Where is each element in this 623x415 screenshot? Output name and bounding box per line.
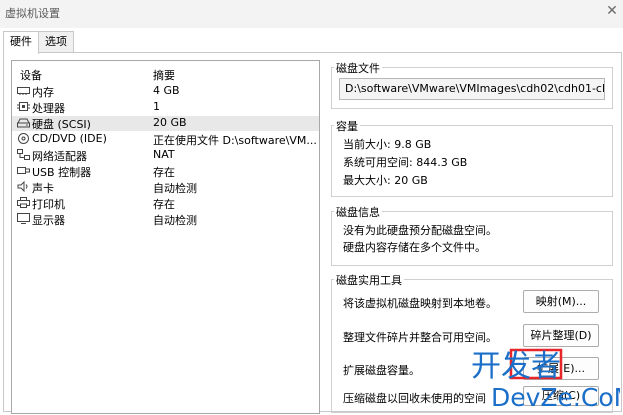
map-description: 将该虚拟机磁盘映射到本地卷。 xyxy=(343,297,497,310)
summary-column-header[interactable]: 摘要 xyxy=(153,67,175,83)
device-row-processor[interactable]: 处理器 1 xyxy=(12,100,319,115)
capacity-label: 容量 xyxy=(334,118,360,134)
max-size-text: 最大大小: 20 GB xyxy=(343,174,428,187)
device-name: 内存 xyxy=(32,86,54,99)
device-name: 处理器 xyxy=(32,102,65,115)
device-name: 硬盘 (SCSI) xyxy=(32,118,91,131)
device-row-usb[interactable]: USB 控制器 存在 xyxy=(12,164,319,179)
disk-file-path-field[interactable]: D:\software\VMware\VMImages\cdh02\cdh01-… xyxy=(339,78,605,100)
device-summary: 20 GB xyxy=(153,116,187,129)
watermark-graphic: 开发者 DevZe.CoM xyxy=(471,348,623,412)
device-name: 打印机 xyxy=(32,198,65,211)
device-column-header[interactable]: 设备 xyxy=(20,67,42,83)
cdrom-icon xyxy=(17,133,30,144)
disk-info-line1: 没有为此硬盘预分配磁盘空间。 xyxy=(343,224,497,237)
device-summary: 存在 xyxy=(153,198,175,211)
disk-info-label: 磁盘信息 xyxy=(334,204,382,220)
tab-hardware[interactable]: 硬件 xyxy=(3,31,39,54)
device-row-cdrom[interactable]: CD/DVD (IDE) 正在使用文件 D:\software\VM... xyxy=(12,132,319,147)
device-summary: 1 xyxy=(153,100,160,113)
system-free-text: 系统可用空间: 844.3 GB xyxy=(343,156,468,169)
device-name: 网络适配器 xyxy=(32,150,87,163)
disk-info-line2: 硬盘内容存储在多个文件中。 xyxy=(343,241,486,254)
map-button[interactable]: 映射(M)... xyxy=(523,290,599,313)
disk-file-path: D:\software\VMware\VMImages\cdh02\cdh01-… xyxy=(345,82,605,95)
device-summary: 4 GB xyxy=(153,84,180,97)
current-size-text: 当前大小: 9.8 GB xyxy=(343,138,432,151)
device-name: CD/DVD (IDE) xyxy=(32,132,107,145)
memory-icon xyxy=(17,85,30,96)
device-name: 显示器 xyxy=(32,214,65,227)
device-summary: NAT xyxy=(153,148,175,161)
disk-file-label: 磁盘文件 xyxy=(334,60,382,76)
expand-description: 扩展磁盘容量。 xyxy=(343,364,420,377)
harddisk-icon xyxy=(17,117,30,128)
device-row-printer[interactable]: 打印机 存在 xyxy=(12,196,319,211)
device-row-harddisk[interactable]: 硬盘 (SCSI) 20 GB xyxy=(12,116,319,131)
device-row-sound[interactable]: 声卡 自动检测 xyxy=(12,180,319,195)
tab-options[interactable]: 选项 xyxy=(38,31,74,52)
device-summary: 存在 xyxy=(153,166,175,179)
watermark-logo: 开发者 DevZe.CoM xyxy=(465,340,623,412)
window-title: 虚拟机设置 xyxy=(5,7,60,20)
watermark-top-text: 开发者 xyxy=(471,349,561,384)
device-row-network[interactable]: 网络适配器 NAT xyxy=(12,148,319,163)
display-icon xyxy=(17,213,30,224)
watermark-bottom-text: DevZe.CoM xyxy=(491,383,620,412)
sound-icon xyxy=(17,181,30,192)
disk-utilities-label: 磁盘实用工具 xyxy=(334,272,404,288)
device-summary: 正在使用文件 D:\software\VM... xyxy=(153,134,316,147)
usb-icon xyxy=(17,165,30,176)
device-list[interactable]: 设备 摘要 内存 4 GB 处理器 1 硬盘 (SCSI) 20 GB CD/D… xyxy=(11,60,320,414)
network-icon xyxy=(17,149,30,160)
device-summary: 自动检测 xyxy=(153,182,197,195)
printer-icon xyxy=(17,197,30,208)
device-name: 声卡 xyxy=(32,182,54,195)
device-row-display[interactable]: 显示器 自动检测 xyxy=(12,212,319,227)
cpu-icon xyxy=(17,101,30,112)
close-icon[interactable]: ✕ xyxy=(605,4,619,18)
device-summary: 自动检测 xyxy=(153,214,197,227)
device-list-header: 设备 摘要 xyxy=(12,67,319,82)
device-row-memory[interactable]: 内存 4 GB xyxy=(12,84,319,99)
device-name: USB 控制器 xyxy=(32,166,92,179)
tab-strip: 硬件 选项 xyxy=(0,31,623,54)
title-bar: 虚拟机设置 ✕ xyxy=(0,0,623,28)
